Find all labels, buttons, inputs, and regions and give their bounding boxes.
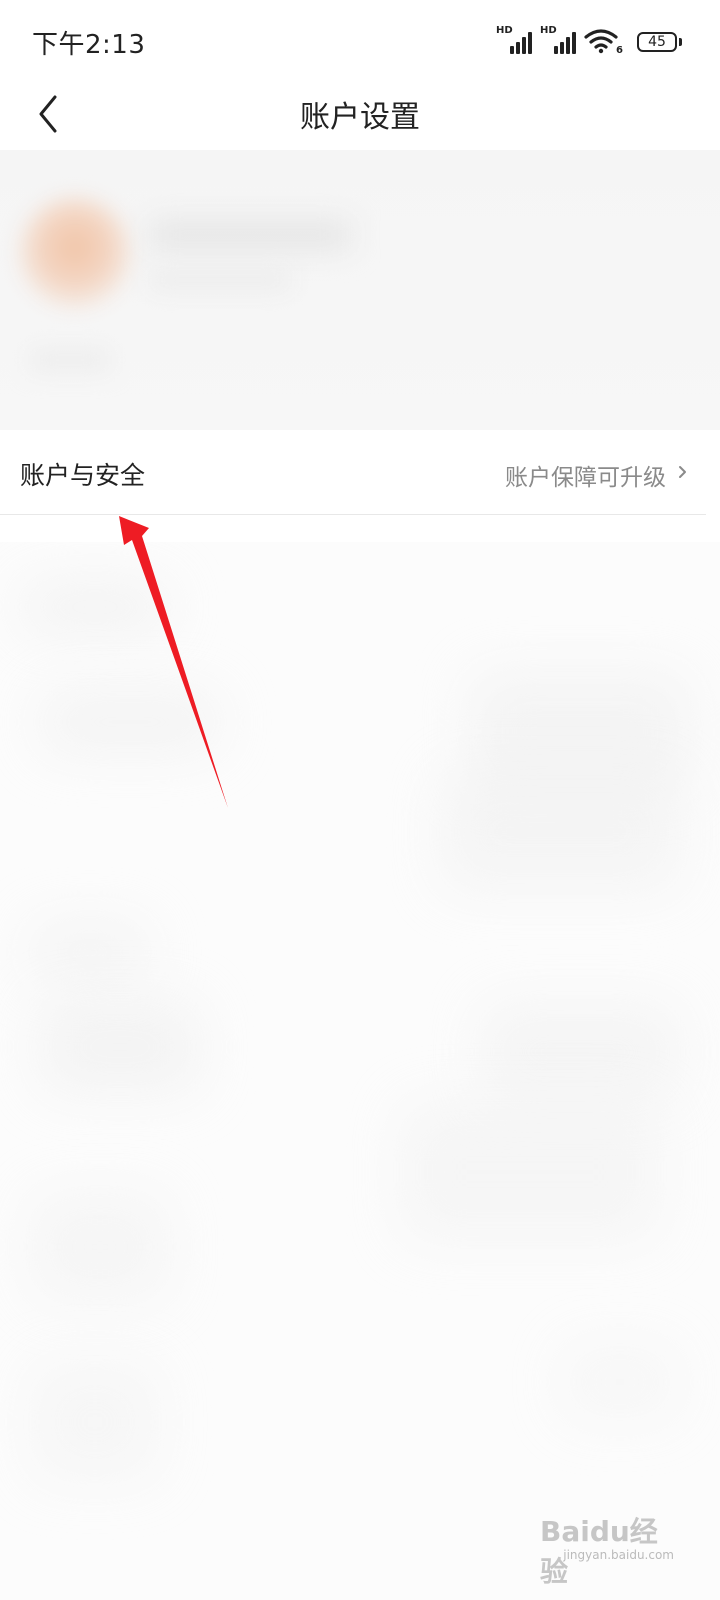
blurred-item [440, 772, 680, 892]
divider [0, 514, 706, 515]
account-security-status: 账户保障可升级 [505, 465, 666, 491]
battery-tip [679, 38, 682, 46]
chevron-right-icon [679, 466, 686, 478]
signal-icon: HD [496, 25, 533, 54]
blurred-item [30, 922, 150, 982]
account-security-row[interactable]: 账户与安全 账户保障可升级 [0, 434, 706, 514]
blurred-username [150, 220, 350, 250]
battery-icon: 45 [637, 32, 677, 52]
status-icons: HD HD 6 45 [496, 25, 682, 56]
blurred-item [20, 582, 170, 632]
blurred-item [40, 692, 220, 752]
network-type-label: HD [496, 25, 513, 36]
wifi-icon [584, 29, 618, 54]
account-security-label: 账户与安全 [20, 461, 146, 490]
signal-icon: HD [540, 25, 577, 54]
blurred-text [30, 350, 110, 370]
blurred-user-info [150, 270, 290, 290]
page-title: 账户设置 [300, 100, 420, 135]
blurred-profile-header [0, 150, 720, 430]
blurred-item [30, 1192, 170, 1302]
baidu-watermark: Baidu经验 jingyan.baidu.com [540, 1502, 680, 1588]
blurred-item [480, 1002, 680, 1102]
account-settings-screen: 下午2:13 HD HD 6 45 账户设置 账户与安全 账户保障可升级 Bai… [0, 0, 720, 1600]
watermark-url: jingyan.baidu.com [563, 1548, 674, 1562]
wifi-label: 6 [616, 45, 623, 56]
nav-bar: 账户设置 [0, 80, 720, 150]
status-bar: 下午2:13 HD HD 6 45 [0, 0, 720, 80]
blurred-item [400, 1102, 660, 1242]
blurred-item [40, 1002, 200, 1092]
blurred-content [0, 542, 720, 1600]
status-time: 下午2:13 [32, 30, 146, 60]
blurred-item [30, 1362, 160, 1482]
network-type-label: HD [540, 25, 557, 36]
settings-card: 账户与安全 账户保障可升级 [0, 434, 706, 542]
blurred-item [560, 1342, 680, 1422]
avatar [20, 198, 130, 308]
battery-level: 45 [648, 34, 666, 50]
